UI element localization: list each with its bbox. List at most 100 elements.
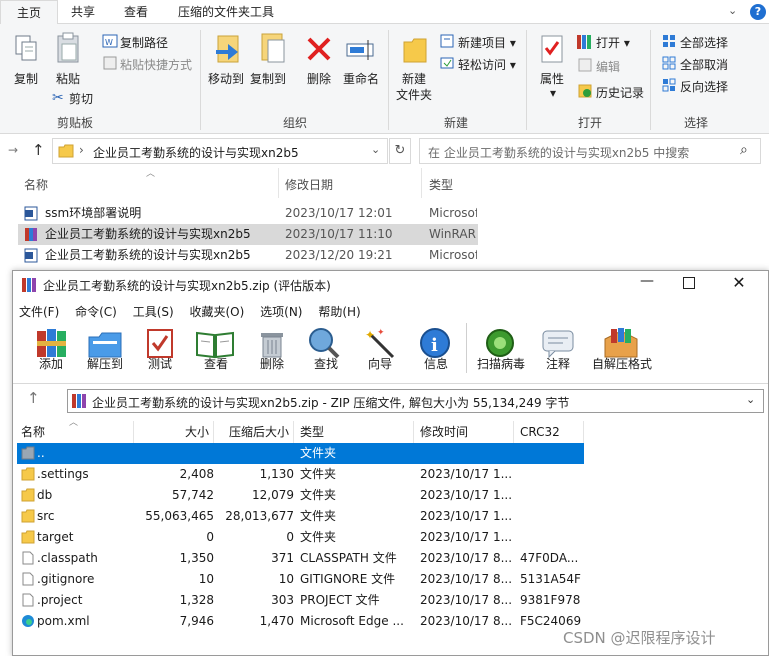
copy-icon — [14, 34, 40, 64]
winrar-window: 企业员工考勤系统的设计与实现xn2b5.zip (评估版本) — ✕ 文件(F)… — [12, 270, 769, 656]
add-button[interactable]: 添加 — [37, 355, 65, 372]
select-none-button[interactable]: 全部取消 — [680, 56, 728, 73]
new-folder-button-line1[interactable]: 新建 — [402, 70, 426, 87]
address-bar[interactable]: › 企业员工考勤系统的设计与实现xn2b5 ⌄ — [52, 138, 388, 164]
word-document-icon — [24, 206, 38, 221]
column-header-modified[interactable]: 修改时间 — [414, 421, 514, 443]
sfx-button[interactable]: 自解压格式 — [589, 355, 655, 372]
edit-button[interactable]: 编辑 — [596, 58, 620, 75]
table-row[interactable]: .gitignore 10 10 GITIGNORE 文件 2023/10/17 8..… — [17, 569, 765, 590]
menu-options[interactable]: 选项(N) — [260, 305, 302, 319]
tab-view[interactable]: 查看 — [110, 0, 162, 24]
delete-button[interactable]: 删除 — [307, 70, 331, 87]
extract-to-button[interactable]: 解压到 — [85, 355, 125, 372]
divider — [13, 383, 768, 384]
test-button[interactable]: 测试 — [145, 355, 175, 372]
menu-bar: 文件(F) 命令(C) 工具(S) 收藏夹(O) 选项(N) 帮助(H) — [19, 303, 361, 320]
table-row[interactable]: src 55,063,465 28,013,677 文件夹 2023/10/17 1..… — [17, 506, 765, 527]
list-item[interactable]: 企业员工考勤系统的设计与实现xn2b5 2023/10/17 11:10 Win… — [18, 224, 478, 245]
copy-path-button[interactable]: 复制路径 — [120, 34, 168, 51]
path-dropdown-icon[interactable]: ⌄ — [746, 393, 755, 406]
list-item[interactable]: 企业员工考勤系统的设计与实现xn2b5 2023/12/20 19:21 Mic… — [18, 245, 478, 266]
minimize-icon[interactable]: — — [637, 273, 657, 293]
column-header-type[interactable]: 类型 — [429, 176, 453, 193]
help-icon[interactable]: ? — [750, 4, 766, 20]
list-item[interactable]: ssm环境部署说明 2023/10/17 12:01 Microsoft — [18, 203, 478, 224]
watermark: CSDN @迟限程序设计 — [563, 629, 716, 647]
properties-dropdown[interactable]: ▾ — [550, 86, 556, 100]
menu-help[interactable]: 帮助(H) — [318, 305, 360, 319]
column-header-name[interactable]: 名称 — [24, 176, 48, 193]
archive-path-bar[interactable]: 企业员工考勤系统的设计与实现xn2b5.zip - ZIP 压缩文件, 解包大小… — [67, 389, 764, 413]
back-arrow-icon[interactable]: → — [8, 143, 18, 157]
ribbon-separator — [388, 30, 389, 130]
history-button[interactable]: 历史记录 — [596, 84, 644, 101]
new-item-button[interactable]: 新建项目 ▾ — [458, 34, 516, 51]
chevron-down-icon[interactable]: ⌄ — [728, 4, 740, 17]
menu-tools[interactable]: 工具(S) — [133, 305, 174, 319]
tab-compressed-folder-tools[interactable]: 压缩的文件夹工具 — [170, 0, 282, 24]
file-icon — [21, 551, 35, 565]
comment-button[interactable]: 注释 — [543, 355, 573, 372]
close-icon[interactable]: ✕ — [729, 273, 749, 293]
tab-home[interactable]: 主页 — [0, 0, 58, 25]
rename-icon — [346, 38, 376, 62]
table-row[interactable]: .. 文件夹 — [17, 443, 584, 464]
virus-scan-button[interactable]: 扫描病毒 — [473, 355, 529, 372]
find-button[interactable]: 查找 — [311, 355, 341, 372]
tab-share[interactable]: 共享 — [58, 0, 108, 24]
info-button[interactable]: 信息 — [421, 355, 451, 372]
table-row[interactable]: db 57,742 12,079 文件夹 2023/10/17 1... — [17, 485, 765, 506]
search-icon[interactable]: ⌕ — [740, 142, 748, 158]
paste-shortcut-icon — [102, 56, 118, 70]
sort-ascending-icon: ︿ — [69, 418, 79, 428]
wizard-button[interactable]: 向导 — [365, 355, 395, 372]
copy-button[interactable]: 复制 — [14, 70, 38, 87]
delete-archive-button[interactable]: 删除 — [257, 355, 287, 372]
paste-shortcut-button[interactable]: 粘贴快捷方式 — [120, 56, 192, 73]
menu-file[interactable]: 文件(F) — [19, 305, 59, 319]
svg-text:✦: ✦ — [365, 328, 375, 342]
properties-icon — [540, 34, 564, 64]
invert-selection-button[interactable]: 反向选择 — [680, 78, 728, 95]
select-all-icon — [662, 34, 676, 48]
address-dropdown-icon[interactable]: ⌄ — [371, 143, 380, 156]
select-all-button[interactable]: 全部选择 — [680, 34, 728, 51]
table-row[interactable]: target 0 0 文件夹 2023/10/17 1... — [17, 527, 765, 548]
table-row[interactable]: .project 1,328 303 PROJECT 文件 2023/10/17 8..… — [17, 590, 765, 611]
archive-path-text: 企业员工考勤系统的设计与实现xn2b5.zip - ZIP 压缩文件, 解包大小… — [92, 396, 570, 410]
column-header-size[interactable]: 大小 — [134, 421, 214, 443]
search-input[interactable]: 在 企业员工考勤系统的设计与实现xn2b5 中搜索 ⌕ — [419, 138, 761, 164]
easy-access-button[interactable]: 轻松访问 ▾ — [458, 56, 516, 73]
address-path[interactable]: 企业员工考勤系统的设计与实现xn2b5 — [93, 144, 299, 161]
open-button[interactable]: 打开 ▾ — [596, 34, 630, 51]
table-row[interactable]: .settings 2,408 1,130 文件夹 2023/10/17 1... — [17, 464, 765, 485]
cut-button[interactable]: 剪切 — [69, 90, 93, 107]
copy-to-button[interactable]: 复制到 — [250, 70, 286, 87]
view-button[interactable]: 查看 — [201, 355, 231, 372]
up-arrow-icon[interactable]: ↑ — [32, 141, 45, 159]
column-header-type[interactable]: 类型 — [294, 421, 414, 443]
paste-button[interactable]: 粘贴 — [56, 70, 80, 87]
folder-icon — [21, 530, 35, 544]
winrar-archive-icon — [24, 227, 38, 242]
menu-commands[interactable]: 命令(C) — [75, 305, 117, 319]
column-header-date[interactable]: 修改日期 — [285, 176, 333, 193]
folder-icon — [21, 509, 35, 523]
rename-button[interactable]: 重命名 — [343, 70, 379, 87]
maximize-icon[interactable] — [683, 277, 695, 289]
table-row[interactable]: .classpath 1,350 371 CLASSPATH 文件 2023/10/17… — [17, 548, 765, 569]
winrar-open-icon — [576, 34, 592, 50]
refresh-icon[interactable]: ↻ — [389, 138, 411, 164]
properties-button[interactable]: 属性 — [540, 70, 564, 87]
move-to-button[interactable]: 移动到 — [208, 70, 244, 87]
file-icon — [21, 593, 35, 607]
column-header-crc[interactable]: CRC32 — [514, 421, 584, 443]
folder-icon — [21, 467, 35, 481]
menu-favorites[interactable]: 收藏夹(O) — [190, 305, 245, 319]
new-folder-button-line2[interactable]: 文件夹 — [396, 86, 432, 103]
select-none-icon — [662, 56, 676, 70]
column-header-packed[interactable]: 压缩后大小 — [214, 421, 294, 443]
up-folder-arrow-icon[interactable]: ↑ — [27, 389, 40, 407]
file-icon — [21, 572, 35, 586]
